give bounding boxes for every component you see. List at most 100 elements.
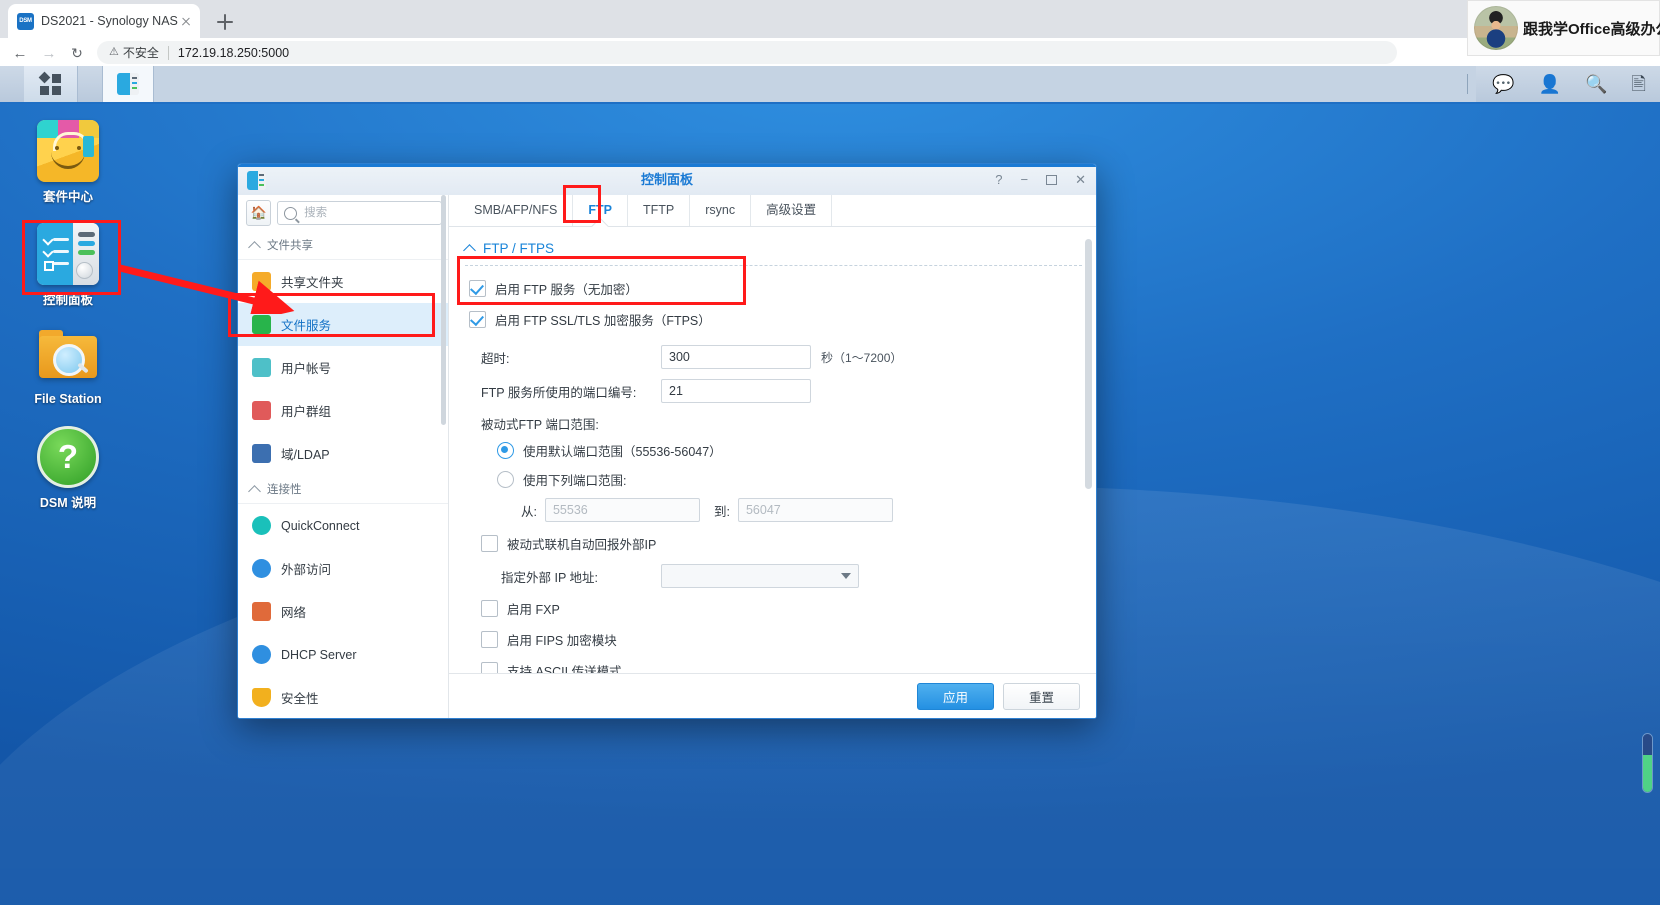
checkbox-enable-fips[interactable]: 启用 FIPS 加密模块 bbox=[449, 624, 1096, 655]
external-ip-select[interactable] bbox=[661, 564, 859, 588]
sidebar-item-label: 文件服务 bbox=[281, 319, 332, 333]
chevron-up-icon bbox=[248, 484, 261, 498]
tab-smb-afp-nfs[interactable]: SMB/AFP/NFS bbox=[459, 195, 574, 226]
sidebar-item-dhcp-server[interactable]: DHCP Server bbox=[238, 633, 448, 676]
section-header-ftp-ftps[interactable]: FTP / FTPS bbox=[449, 227, 1096, 265]
window-body: 🏠 文件共享 共享文件夹 bbox=[238, 195, 1096, 718]
checkbox-label: 启用 FTP SSL/TLS 加密服务（FTPS） bbox=[495, 314, 711, 328]
checkbox-label: 支持 ASCII 传送模式 bbox=[507, 665, 622, 673]
sidebar-item-network[interactable]: 网络 bbox=[238, 590, 448, 633]
window-titlebar[interactable]: 控制面板 ? − ✕ bbox=[238, 164, 1096, 196]
content-scrollbar[interactable] bbox=[1085, 239, 1092, 489]
browser-chrome: DSM DS2021 - Synology NAS ← → ↻ ⚠ 不安全 17… bbox=[0, 0, 1660, 66]
checkbox-enable-ftp[interactable]: 启用 FTP 服务（无加密） bbox=[449, 273, 1096, 304]
reload-icon[interactable]: ↻ bbox=[66, 42, 88, 64]
checkbox-enable-ftps[interactable]: 启用 FTP SSL/TLS 加密服务（FTPS） bbox=[449, 304, 1096, 335]
desktop-icon-control-panel[interactable]: 控制面板 bbox=[6, 223, 130, 308]
tab-tftp[interactable]: TFTP bbox=[628, 195, 691, 226]
field-label: 指定外部 IP 地址: bbox=[501, 570, 599, 585]
sidebar-item-quickconnect[interactable]: QuickConnect bbox=[238, 504, 448, 547]
sidebar-item-label: 网络 bbox=[281, 606, 307, 620]
control-panel-sidebar: 🏠 文件共享 共享文件夹 bbox=[238, 195, 449, 718]
sidebar-group-file-sharing[interactable]: 文件共享 bbox=[238, 231, 448, 260]
tab-ftp[interactable]: FTP bbox=[573, 195, 628, 226]
checkbox-icon[interactable] bbox=[469, 311, 486, 328]
sidebar-group-label: 文件共享 bbox=[267, 240, 313, 252]
checkbox-icon[interactable] bbox=[481, 535, 498, 552]
notifications-icon[interactable]: 💬 bbox=[1492, 75, 1514, 93]
help-icon[interactable]: ? bbox=[995, 173, 1002, 186]
sidebar-item-domain-ldap[interactable]: 域/LDAP bbox=[238, 432, 448, 475]
checkbox-icon[interactable] bbox=[469, 280, 486, 297]
range-from-label: 从: bbox=[521, 504, 537, 519]
widgets-icon[interactable]: 🖹 bbox=[1632, 75, 1646, 93]
sidebar-scrollbar[interactable] bbox=[441, 195, 446, 425]
window-controls: ? − ✕ bbox=[995, 164, 1086, 195]
field-label: FTP 服务所使用的端口编号: bbox=[481, 385, 637, 400]
sidebar-item-file-services[interactable]: 文件服务 bbox=[238, 303, 448, 346]
browser-tab[interactable]: DSM DS2021 - Synology NAS bbox=[8, 4, 200, 38]
checkbox-icon[interactable] bbox=[481, 600, 498, 617]
radio-icon[interactable] bbox=[497, 471, 514, 488]
address-bar[interactable]: ⚠ 不安全 172.19.18.250:5000 bbox=[97, 41, 1397, 64]
control-panel-window: 控制面板 ? − ✕ 🏠 搜索 文件共享 共享文件夹 文件服务 用户帐号 用户群… bbox=[237, 163, 1097, 719]
checkbox-enable-fxp[interactable]: 启用 FXP bbox=[449, 593, 1096, 624]
port-range-to-input[interactable] bbox=[737, 498, 893, 522]
user-groups-icon bbox=[252, 401, 271, 420]
apply-button[interactable]: 应用 bbox=[916, 682, 994, 710]
network-icon bbox=[252, 602, 271, 621]
browser-toolbar: ← → ↻ ⚠ 不安全 172.19.18.250:5000 bbox=[0, 38, 1660, 66]
chevron-up-icon bbox=[248, 240, 261, 254]
radio-icon[interactable] bbox=[497, 442, 514, 459]
checkbox-report-external-ip[interactable]: 被动式联机自动回报外部IP bbox=[449, 528, 1096, 559]
desktop-icon-dsm-help[interactable]: ? DSM 说明 bbox=[6, 426, 130, 511]
radio-default-port-range[interactable]: 使用默认端口范围（55536-56047） bbox=[449, 436, 1096, 465]
address-bar-url: 172.19.18.250:5000 bbox=[177, 45, 290, 60]
window-title: 控制面板 bbox=[640, 172, 693, 187]
dhcp-server-icon bbox=[252, 645, 271, 664]
home-icon[interactable]: 🏠 bbox=[246, 200, 272, 226]
forward-icon[interactable]: → bbox=[38, 42, 60, 64]
sidebar-group-connectivity[interactable]: 连接性 bbox=[238, 475, 448, 504]
user-icon[interactable]: 👤 bbox=[1539, 75, 1561, 93]
control-panel-taskbar-icon[interactable] bbox=[102, 66, 154, 102]
tab-rsync[interactable]: rsync bbox=[690, 195, 752, 226]
desktop-icon-label: 套件中心 bbox=[42, 190, 93, 204]
dialog-footer: 应用 重置 bbox=[449, 673, 1096, 718]
minimize-icon[interactable]: − bbox=[1021, 173, 1029, 186]
tab-advanced-settings[interactable]: 高级设置 bbox=[751, 195, 833, 226]
page-scroll-indicator[interactable] bbox=[1643, 734, 1652, 792]
chevron-up-icon bbox=[463, 244, 476, 257]
sidebar-item-user-groups[interactable]: 用户群组 bbox=[238, 389, 448, 432]
timeout-input[interactable] bbox=[661, 345, 811, 369]
close-icon[interactable] bbox=[178, 13, 194, 29]
back-icon[interactable]: ← bbox=[9, 42, 31, 64]
desktop-icon-file-station[interactable]: File Station bbox=[6, 326, 130, 406]
search-box[interactable] bbox=[277, 201, 442, 225]
sidebar-item-user-accounts[interactable]: 用户帐号 bbox=[238, 346, 448, 389]
checkbox-icon[interactable] bbox=[481, 631, 498, 648]
desktop-icon-package-center[interactable]: 套件中心 bbox=[6, 120, 130, 205]
main-menu-grid-icon[interactable] bbox=[24, 66, 78, 102]
maximize-icon[interactable] bbox=[1046, 174, 1058, 185]
checkbox-enable-ascii[interactable]: 支持 ASCII 传送模式 bbox=[449, 655, 1096, 673]
port-range-row: 从: 到: bbox=[449, 494, 1096, 528]
warning-triangle-icon: ⚠ bbox=[109, 46, 119, 58]
reset-button[interactable]: 重置 bbox=[1002, 682, 1080, 710]
desktop-icon-label: File Station bbox=[34, 392, 102, 406]
desktop-icon-label: DSM 说明 bbox=[39, 496, 97, 510]
port-range-from-input[interactable] bbox=[544, 498, 700, 522]
search-icon[interactable]: 🔍 bbox=[1585, 75, 1607, 93]
sidebar-item-shared-folder[interactable]: 共享文件夹 bbox=[238, 260, 448, 303]
ftp-port-input[interactable] bbox=[661, 379, 811, 403]
sidebar-item-external-access[interactable]: 外部访问 bbox=[238, 547, 448, 590]
field-ftp-port: FTP 服务所使用的端口编号: bbox=[449, 374, 1096, 408]
checkbox-icon[interactable] bbox=[481, 662, 498, 673]
radio-custom-port-range[interactable]: 使用下列端口范围: bbox=[449, 465, 1096, 494]
sidebar-item-security[interactable]: 安全性 bbox=[238, 676, 448, 718]
search-input[interactable] bbox=[302, 206, 435, 220]
new-tab-button[interactable] bbox=[212, 9, 238, 35]
close-icon[interactable]: ✕ bbox=[1075, 173, 1086, 186]
watermark-label: 跟我学Office高级办公V bbox=[1523, 18, 1660, 39]
radio-label: 使用下列端口范围: bbox=[523, 474, 627, 488]
